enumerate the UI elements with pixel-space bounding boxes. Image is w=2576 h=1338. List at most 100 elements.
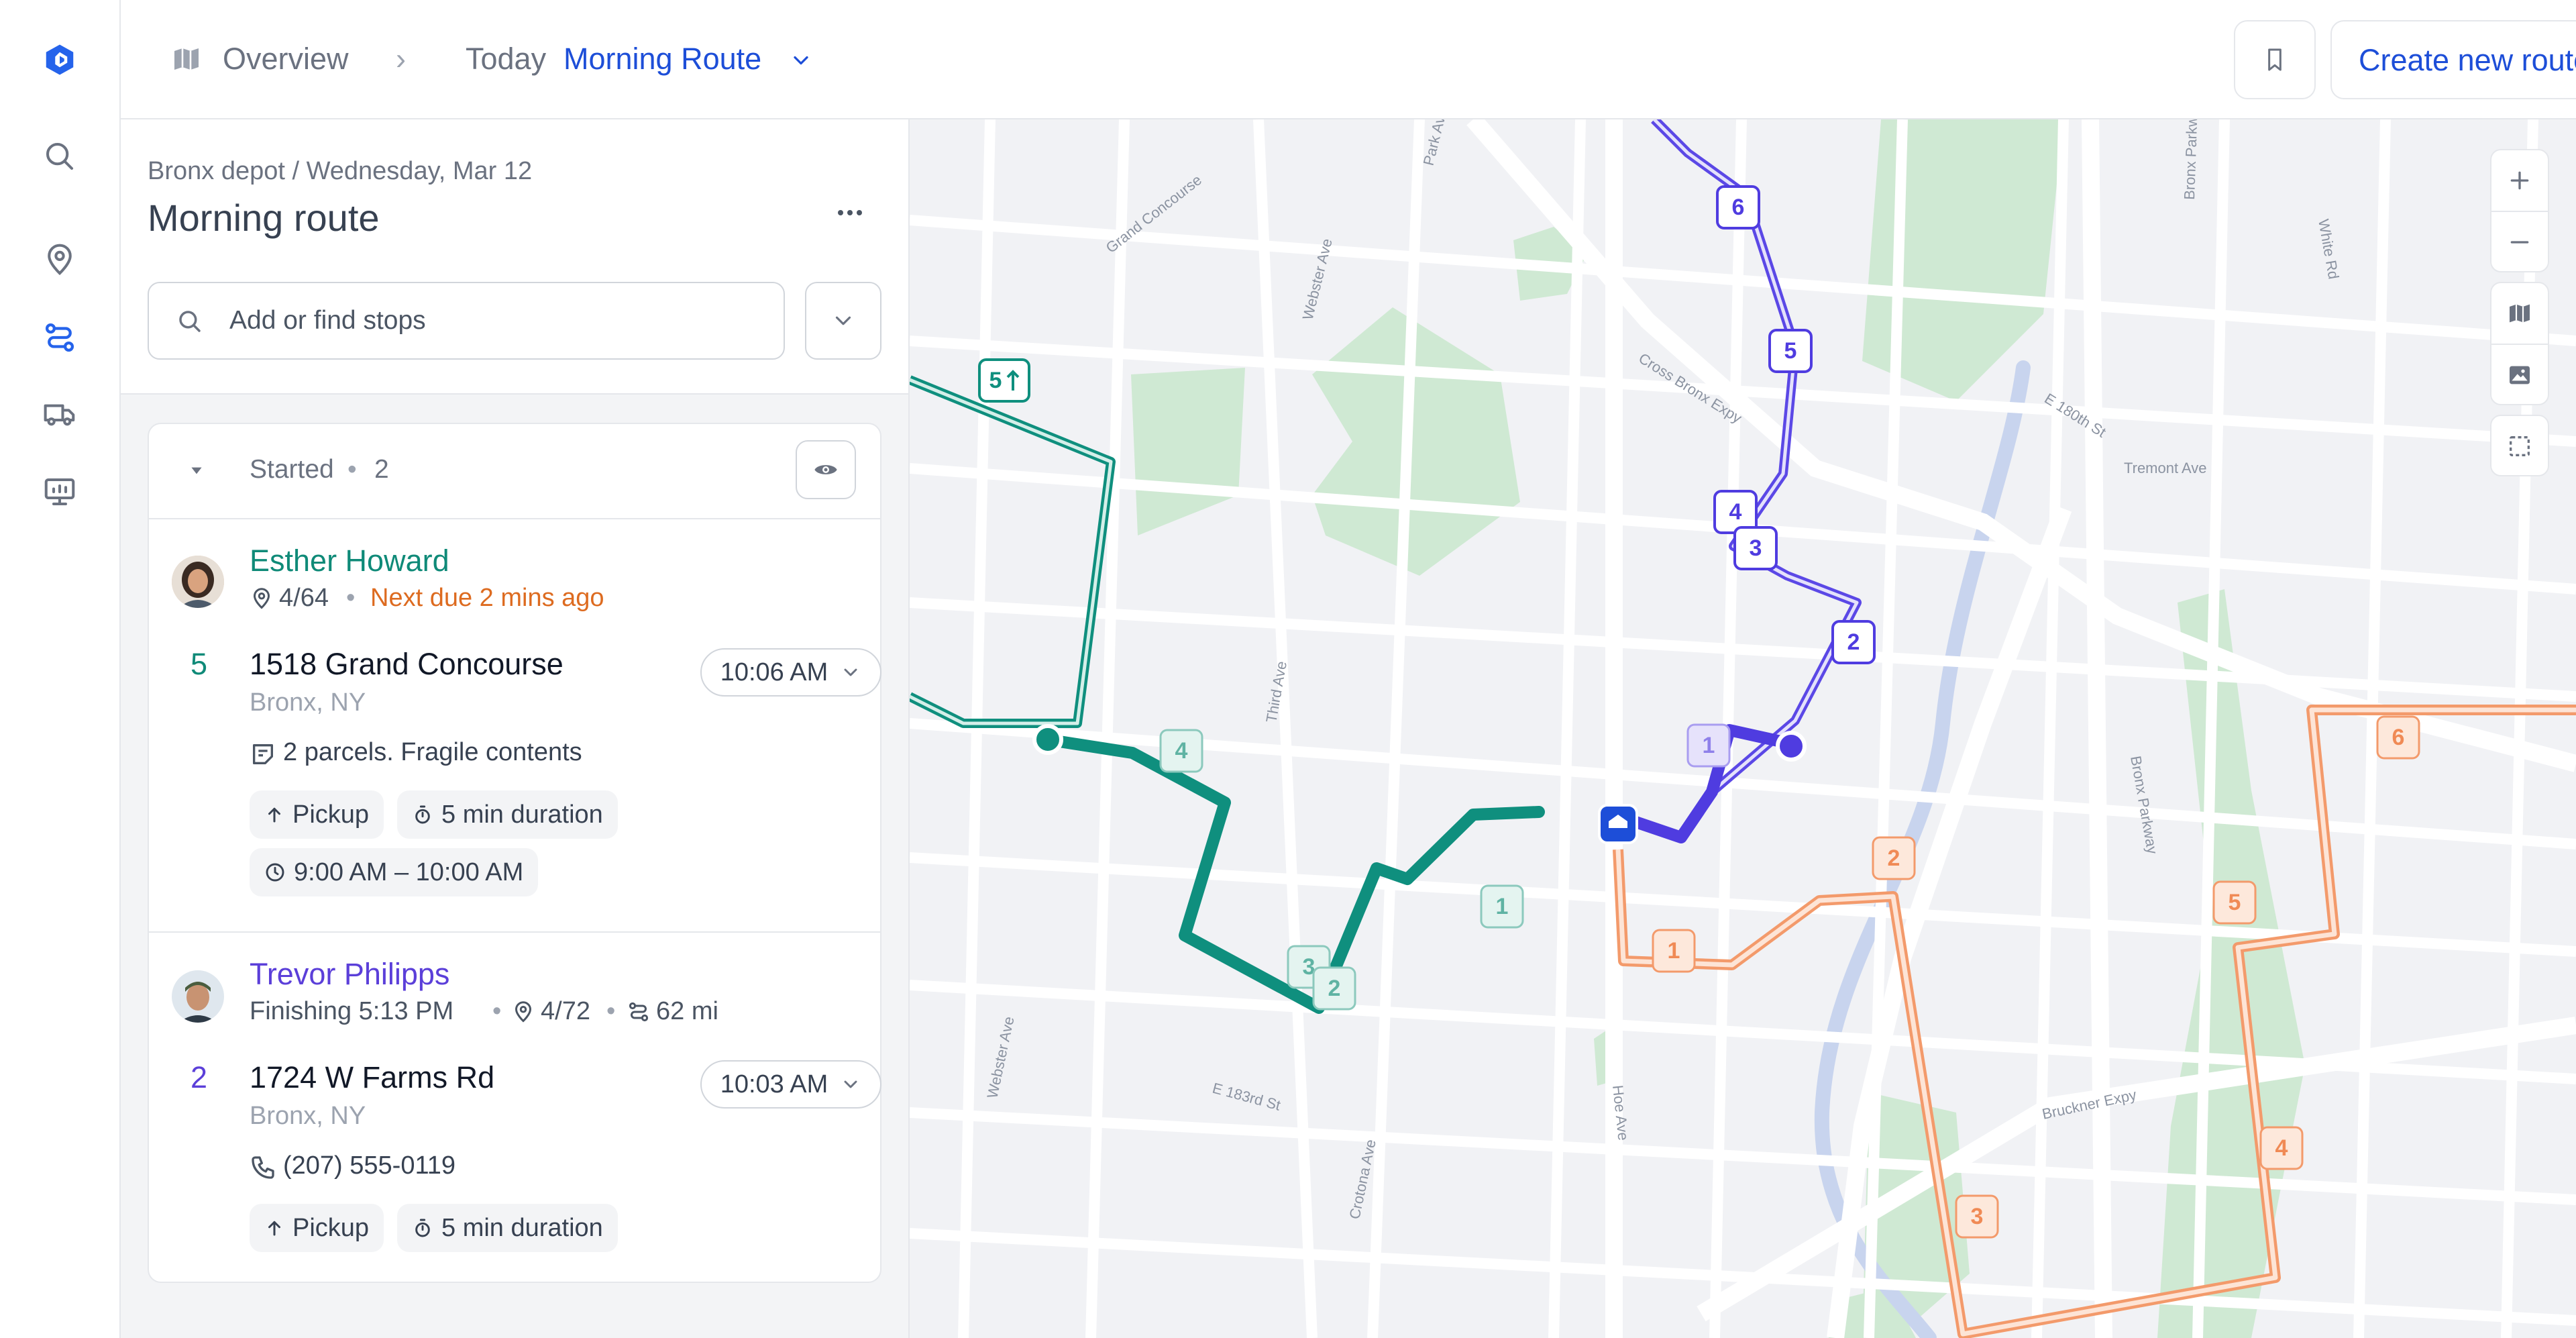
chip-label: 5 min duration bbox=[441, 800, 603, 829]
street bbox=[1085, 119, 1130, 1338]
dashboard-icon[interactable] bbox=[38, 470, 82, 514]
bookmark-button[interactable] bbox=[2234, 20, 2316, 99]
routes-icon[interactable] bbox=[38, 315, 82, 360]
stops-progress: 4/72 bbox=[541, 997, 590, 1025]
more-icon bbox=[838, 210, 862, 215]
truck-icon[interactable] bbox=[38, 392, 82, 436]
bookmark-icon bbox=[2268, 48, 2282, 71]
chevron-down-icon[interactable] bbox=[789, 48, 813, 76]
stop-marker[interactable]: 5 bbox=[2212, 880, 2257, 925]
fullscreen-button[interactable] bbox=[2491, 416, 2548, 476]
stop-marker[interactable]: 5 bbox=[1768, 329, 1813, 373]
filter-dropdown-button[interactable] bbox=[805, 282, 881, 360]
stop-number: 5 bbox=[191, 647, 208, 681]
time-window: 9:00 AM – 10:00 AM bbox=[294, 858, 524, 886]
caret-down-icon[interactable] bbox=[188, 462, 205, 479]
stop-marker[interactable]: 4 bbox=[1159, 729, 1203, 773]
driver-row[interactable]: Trevor Philipps Finishing 5:13 PM • 4/72… bbox=[149, 933, 881, 1282]
stop-city: Bronx, NY bbox=[250, 1102, 366, 1130]
stop-address: 1724 W Farms Rd bbox=[250, 1060, 495, 1094]
zoom-controls bbox=[2490, 149, 2549, 272]
marker-label: 4 bbox=[1175, 738, 1188, 764]
stop-marker[interactable]: 4 bbox=[2259, 1126, 2304, 1170]
started-group-card: Started • 2 Esther Howard 4/64 • Next du… bbox=[148, 423, 881, 1283]
stop-marker[interactable]: 2 bbox=[1872, 836, 1916, 880]
phone-number[interactable]: (207) 555-0119 bbox=[283, 1151, 455, 1180]
marker-label: 4 bbox=[2275, 1135, 2288, 1161]
stop-marker[interactable]: 2 bbox=[1312, 966, 1356, 1011]
street bbox=[1548, 119, 1586, 1338]
driver-name[interactable]: Trevor Philipps bbox=[250, 957, 449, 992]
location-pin-icon bbox=[253, 588, 270, 609]
time-select[interactable]: 10:03 AM bbox=[700, 1060, 881, 1109]
search-placeholder: Add or find stops bbox=[229, 306, 426, 335]
stop-marker[interactable]: 1 bbox=[1480, 884, 1524, 929]
top-bar: Overview › Today Morning Route Create ne… bbox=[121, 0, 2576, 119]
note-icon bbox=[253, 744, 273, 764]
driver-position[interactable] bbox=[1032, 724, 1063, 755]
meta-dot: • bbox=[606, 997, 616, 1025]
map-view-button[interactable] bbox=[2491, 283, 2548, 344]
stop-marker[interactable]: 1 bbox=[1652, 929, 1696, 973]
street-label: Tremont Ave bbox=[2124, 460, 2207, 476]
driver-position[interactable] bbox=[1776, 731, 1807, 762]
breadcrumb-overview[interactable]: Overview bbox=[223, 39, 349, 79]
driver-name[interactable]: Esther Howard bbox=[250, 544, 449, 578]
zoom-out-icon bbox=[2510, 241, 2529, 244]
depot-marker[interactable] bbox=[1598, 804, 1638, 844]
route-map[interactable]: Grand Concourse Webster Ave Park Ave Cro… bbox=[910, 119, 2576, 1338]
stop-marker[interactable]: 5 bbox=[978, 358, 1030, 403]
stop-marker[interactable]: 3 bbox=[1955, 1194, 1999, 1239]
marker-label: 5 bbox=[2229, 890, 2241, 915]
stop-marker[interactable]: 1 bbox=[1686, 723, 1731, 768]
chip-label: Pickup bbox=[292, 1213, 370, 1242]
park-area bbox=[2157, 589, 2305, 1338]
time-value: 10:03 AM bbox=[720, 1070, 828, 1098]
marker-label: 3 bbox=[1971, 1204, 1984, 1229]
driver-row[interactable]: Esther Howard 4/64 • Next due 2 mins ago… bbox=[149, 519, 881, 933]
stop-marker[interactable]: 2 bbox=[1831, 620, 1876, 664]
marker-label: 3 bbox=[1750, 535, 1762, 561]
arrow-up-icon bbox=[268, 1221, 280, 1236]
create-route-button[interactable]: Create new route bbox=[2330, 20, 2576, 99]
route-selector[interactable]: Morning Route bbox=[564, 39, 761, 79]
street bbox=[910, 1107, 2576, 1205]
create-route-label: Create new route bbox=[2359, 43, 2576, 77]
time-select[interactable]: 10:06 AM bbox=[700, 648, 881, 697]
stop-marker[interactable]: 6 bbox=[1716, 185, 1760, 229]
finishing-time: Finishing 5:13 PM bbox=[250, 997, 454, 1025]
street-label: E 183rd St bbox=[1211, 1080, 1283, 1114]
phone-icon bbox=[252, 1156, 274, 1179]
visibility-toggle[interactable] bbox=[796, 440, 856, 499]
marker-label: 1 bbox=[1668, 938, 1680, 964]
search-icon[interactable] bbox=[38, 134, 82, 178]
more-options-button[interactable] bbox=[825, 188, 875, 238]
duration-chip: 5 min duration bbox=[397, 1204, 618, 1252]
stop-address: 1518 Grand Concourse bbox=[250, 647, 564, 681]
app-root: Overview › Today Morning Route Create ne… bbox=[0, 0, 2576, 1338]
location-pin-icon[interactable] bbox=[38, 238, 82, 282]
street bbox=[910, 1228, 2576, 1326]
street-label: Bronx Parkway bbox=[2127, 755, 2161, 856]
street-label: Webster Ave bbox=[983, 1015, 1017, 1100]
marker-label: 1 bbox=[1703, 733, 1715, 758]
street bbox=[1367, 119, 1425, 1338]
zoom-in-icon bbox=[2510, 171, 2529, 190]
zoom-out-button[interactable] bbox=[2491, 212, 2548, 272]
search-stops-input[interactable]: Add or find stops bbox=[148, 282, 785, 360]
avatar bbox=[172, 970, 224, 1023]
marker-label: 5 bbox=[1784, 338, 1797, 364]
breadcrumb-separator: › bbox=[396, 42, 406, 76]
left-nav-rail bbox=[0, 0, 121, 1338]
meta-dot: • bbox=[346, 584, 356, 612]
logo-icon[interactable] bbox=[38, 38, 82, 82]
satellite-view-button[interactable] bbox=[2491, 345, 2548, 405]
marker-label: 2 bbox=[1847, 629, 1860, 655]
group-header[interactable]: Started • 2 bbox=[149, 424, 880, 519]
route-subtitle: Bronx depot / Wednesday, Mar 12 bbox=[148, 157, 533, 185]
zoom-in-button[interactable] bbox=[2491, 150, 2548, 211]
stop-marker[interactable]: 3 bbox=[1733, 526, 1778, 570]
group-count: 2 bbox=[374, 455, 389, 484]
stop-marker[interactable]: 6 bbox=[2376, 715, 2420, 760]
time-value: 10:06 AM bbox=[720, 658, 828, 686]
